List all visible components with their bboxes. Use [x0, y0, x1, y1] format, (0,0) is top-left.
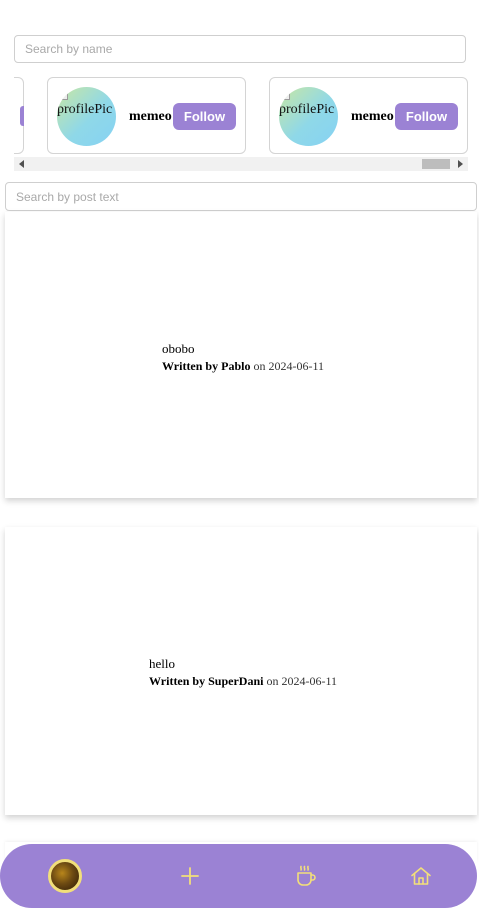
post-card[interactable]: hello Written by SuperDani on 2024-06-11: [5, 527, 477, 815]
written-by-label: Written by: [162, 359, 219, 373]
user-name: memeo: [351, 109, 394, 124]
horizontal-scrollbar[interactable]: [14, 157, 468, 171]
post-card[interactable]: obobo Written by Pablo on 2024-06-11: [5, 212, 477, 498]
user-name: memeo: [129, 109, 172, 124]
home-icon[interactable]: [409, 864, 433, 888]
profile-pic: profilePic: [279, 87, 338, 146]
post-author: Pablo: [221, 359, 251, 373]
bottom-nav-bar: [0, 844, 477, 908]
post-meta: Written by Pablo on 2024-06-11: [162, 357, 324, 375]
user-card-partial: [14, 77, 24, 154]
profile-pic-alt-text: profilePic: [57, 102, 113, 117]
user-card: profilePic memeo Follow: [269, 77, 468, 154]
post-text: hello: [149, 656, 175, 671]
post-body: obobo Written by Pablo on 2024-06-11: [162, 341, 324, 375]
profile-pic-alt-text: profilePic: [279, 102, 335, 117]
post-date: 2024-06-11: [281, 674, 338, 688]
follow-button-partial[interactable]: [20, 106, 24, 126]
coffee-icon[interactable]: [293, 864, 317, 888]
broken-image-icon: [282, 91, 290, 100]
broken-image-icon: [60, 91, 68, 100]
written-by-label: Written by: [149, 674, 206, 688]
scroll-right-arrow-icon[interactable]: [458, 160, 463, 168]
user-card: profilePic memeo Follow: [47, 77, 246, 154]
user-avatar[interactable]: [48, 859, 82, 893]
follow-button[interactable]: Follow: [395, 103, 458, 130]
post-text: obobo: [162, 341, 195, 356]
follow-button[interactable]: Follow: [173, 103, 236, 130]
search-by-name-input[interactable]: [14, 35, 466, 63]
post-author: SuperDani: [208, 674, 264, 688]
on-label: on: [266, 674, 279, 688]
scroll-left-arrow-icon[interactable]: [19, 160, 24, 168]
plus-icon[interactable]: [178, 864, 202, 888]
post-meta: Written by SuperDani on 2024-06-11: [149, 672, 337, 690]
post-body: hello Written by SuperDani on 2024-06-11: [149, 656, 337, 690]
post-date: 2024-06-11: [268, 359, 324, 373]
scrollbar-thumb[interactable]: [422, 159, 450, 169]
on-label: on: [253, 359, 266, 373]
search-by-post-input[interactable]: [5, 182, 477, 211]
profile-pic: profilePic: [57, 87, 116, 146]
